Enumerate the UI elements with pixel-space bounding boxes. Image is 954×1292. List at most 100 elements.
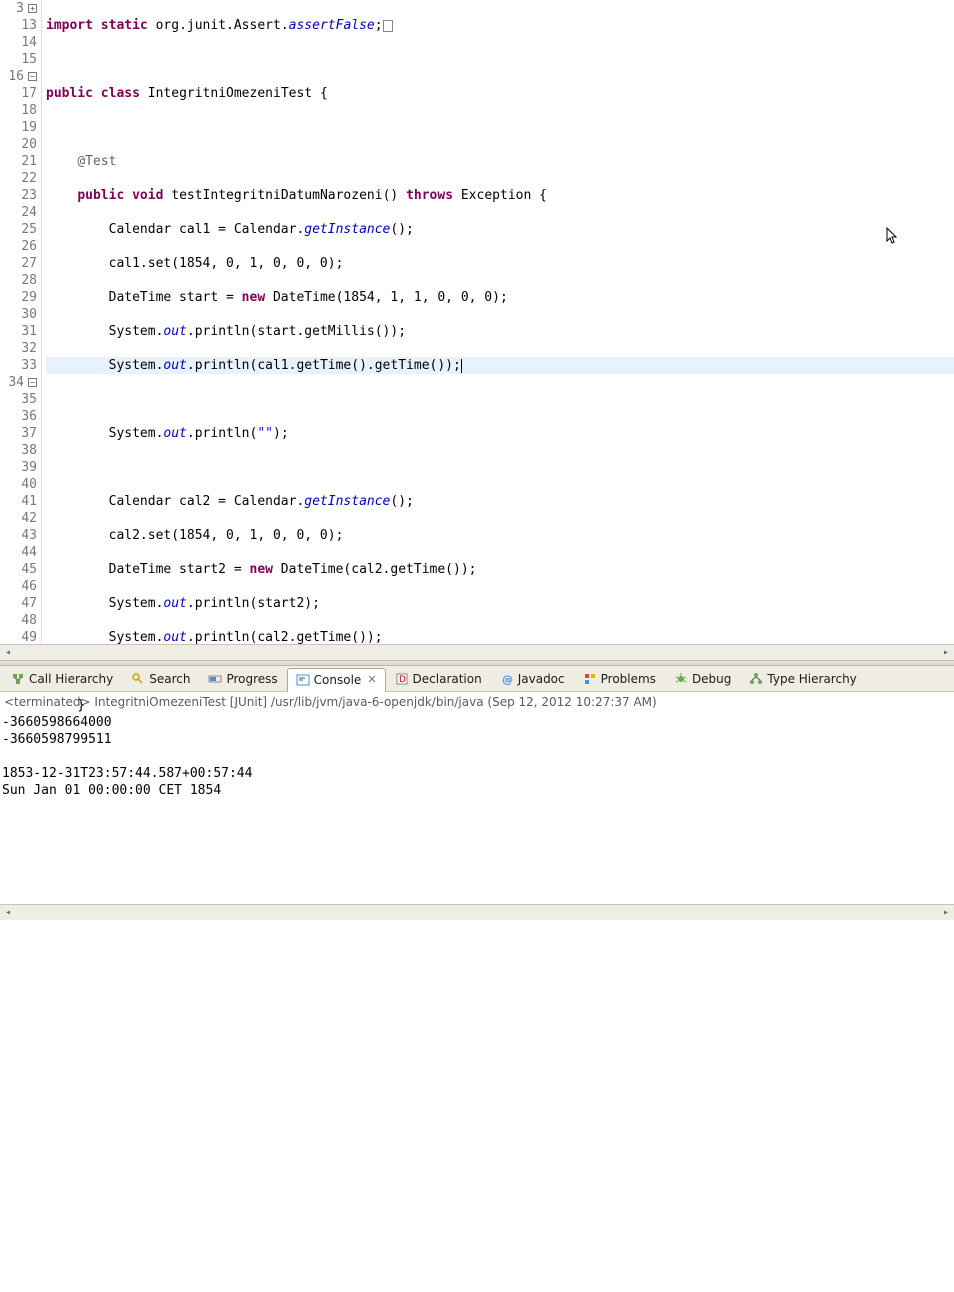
line-number: 36 [21, 408, 37, 425]
line-number: 45 [21, 561, 37, 578]
code-text: Calendar cal1 = Calendar. [46, 222, 304, 237]
line-number: 39 [21, 459, 37, 476]
code-text: DateTime start = [46, 290, 242, 305]
code-text: .println(cal1.getTime().getTime()); [187, 358, 461, 373]
code-text: org.junit.Assert. [148, 18, 289, 33]
line-number: 24 [21, 204, 37, 221]
code-text: Exception { [453, 188, 547, 203]
line-number: 38 [21, 442, 37, 459]
line-number: 17 [21, 85, 37, 102]
line-number: 40 [21, 476, 37, 493]
static-member: out [163, 324, 186, 339]
folded-indicator-icon[interactable] [383, 20, 393, 32]
code-text: .println( [187, 426, 257, 441]
keyword: class [101, 86, 140, 101]
line-number: 46 [21, 578, 37, 595]
fold-collapse-icon[interactable]: − [28, 378, 37, 387]
line-number: 42 [21, 510, 37, 527]
line-number: 3 [16, 0, 24, 17]
code-editor[interactable]: 3+ 13 14 15 16− 17 18 19 20 21 22 23 24 … [0, 0, 954, 644]
static-member: out [163, 630, 186, 645]
line-number: 28 [21, 272, 37, 289]
string-literal: "" [257, 426, 273, 441]
code-text: ); [273, 426, 289, 441]
tab-label: Console [314, 673, 362, 687]
code-text: cal1.set(1854, 0, 1, 0, 0, 0); [46, 256, 343, 271]
fold-expand-icon[interactable]: + [28, 4, 37, 13]
code-text: (); [390, 222, 413, 237]
line-number: 25 [21, 221, 37, 238]
code-text: DateTime(1854, 1, 1, 0, 0, 0); [265, 290, 508, 305]
code-text: Calendar cal2 = Calendar. [46, 494, 304, 509]
keyword: void [132, 188, 163, 203]
line-number: 29 [21, 289, 37, 306]
line-number: 37 [21, 425, 37, 442]
keyword: new [250, 562, 273, 577]
keyword: throws [406, 188, 453, 203]
code-text: ; [375, 18, 383, 33]
line-number: 15 [21, 51, 37, 68]
line-number: 35 [21, 391, 37, 408]
code-text: System. [46, 324, 163, 339]
code-text: .println(start2); [187, 596, 320, 611]
line-number: 31 [21, 323, 37, 340]
static-member: assertFalse [289, 18, 375, 33]
code-text: testIntegritniDatumNarozeni() [163, 188, 406, 203]
line-number-gutter: 3+ 13 14 15 16− 17 18 19 20 21 22 23 24 … [0, 0, 42, 644]
scroll-left-icon[interactable]: ◂ [0, 646, 16, 660]
line-number: 34 [8, 374, 24, 391]
code-content[interactable]: import static org.junit.Assert.assertFal… [42, 0, 954, 644]
code-text: System. [46, 596, 163, 611]
line-number: 32 [21, 340, 37, 357]
code-text: (); [390, 494, 413, 509]
static-member: out [163, 358, 186, 373]
keyword: public [46, 86, 93, 101]
code-text: DateTime start2 = [46, 562, 250, 577]
code-text: .println(cal2.getTime()); [187, 630, 383, 645]
line-number: 49 [21, 629, 37, 646]
line-number: 43 [21, 527, 37, 544]
line-number: 22 [21, 170, 37, 187]
line-number: 19 [21, 119, 37, 136]
keyword: import [46, 18, 93, 33]
line-number: 26 [21, 238, 37, 255]
code-text: IntegritniOmezeniTest { [140, 86, 328, 101]
tab-console[interactable]: Console ✕ [287, 668, 386, 692]
static-member: out [163, 596, 186, 611]
console-icon [296, 673, 310, 687]
text-caret [461, 359, 462, 373]
line-number: 23 [21, 187, 37, 204]
static-member: getInstance [304, 494, 390, 509]
line-number: 13 [21, 17, 37, 34]
line-number: 33 [21, 357, 37, 374]
code-text: } [46, 698, 85, 713]
line-number: 41 [21, 493, 37, 510]
line-number: 44 [21, 544, 37, 561]
line-number: 30 [21, 306, 37, 323]
line-number: 16 [8, 68, 24, 85]
line-number: 18 [21, 102, 37, 119]
code-text: System. [46, 358, 163, 373]
keyword: static [101, 18, 148, 33]
static-member: getInstance [304, 222, 390, 237]
line-number: 20 [21, 136, 37, 153]
line-number: 48 [21, 612, 37, 629]
code-text: System. [46, 630, 163, 645]
line-number: 14 [21, 34, 37, 51]
current-line-highlight: System.out.println(cal1.getTime().getTim… [46, 357, 954, 374]
call-hierarchy-icon [11, 672, 25, 686]
static-member: out [163, 426, 186, 441]
code-text: System. [46, 426, 163, 441]
code-text: DateTime(cal2.getTime()); [273, 562, 477, 577]
keyword: public [77, 188, 124, 203]
scroll-left-icon[interactable]: ◂ [0, 906, 16, 920]
code-text: .println(start.getMillis()); [187, 324, 406, 339]
close-icon[interactable]: ✕ [367, 673, 376, 686]
annotation: @Test [77, 154, 116, 169]
line-number: 21 [21, 153, 37, 170]
keyword: new [242, 290, 265, 305]
line-number: 27 [21, 255, 37, 272]
line-number: 47 [21, 595, 37, 612]
code-text: cal2.set(1854, 0, 1, 0, 0, 0); [46, 528, 343, 543]
fold-collapse-icon[interactable]: − [28, 72, 37, 81]
